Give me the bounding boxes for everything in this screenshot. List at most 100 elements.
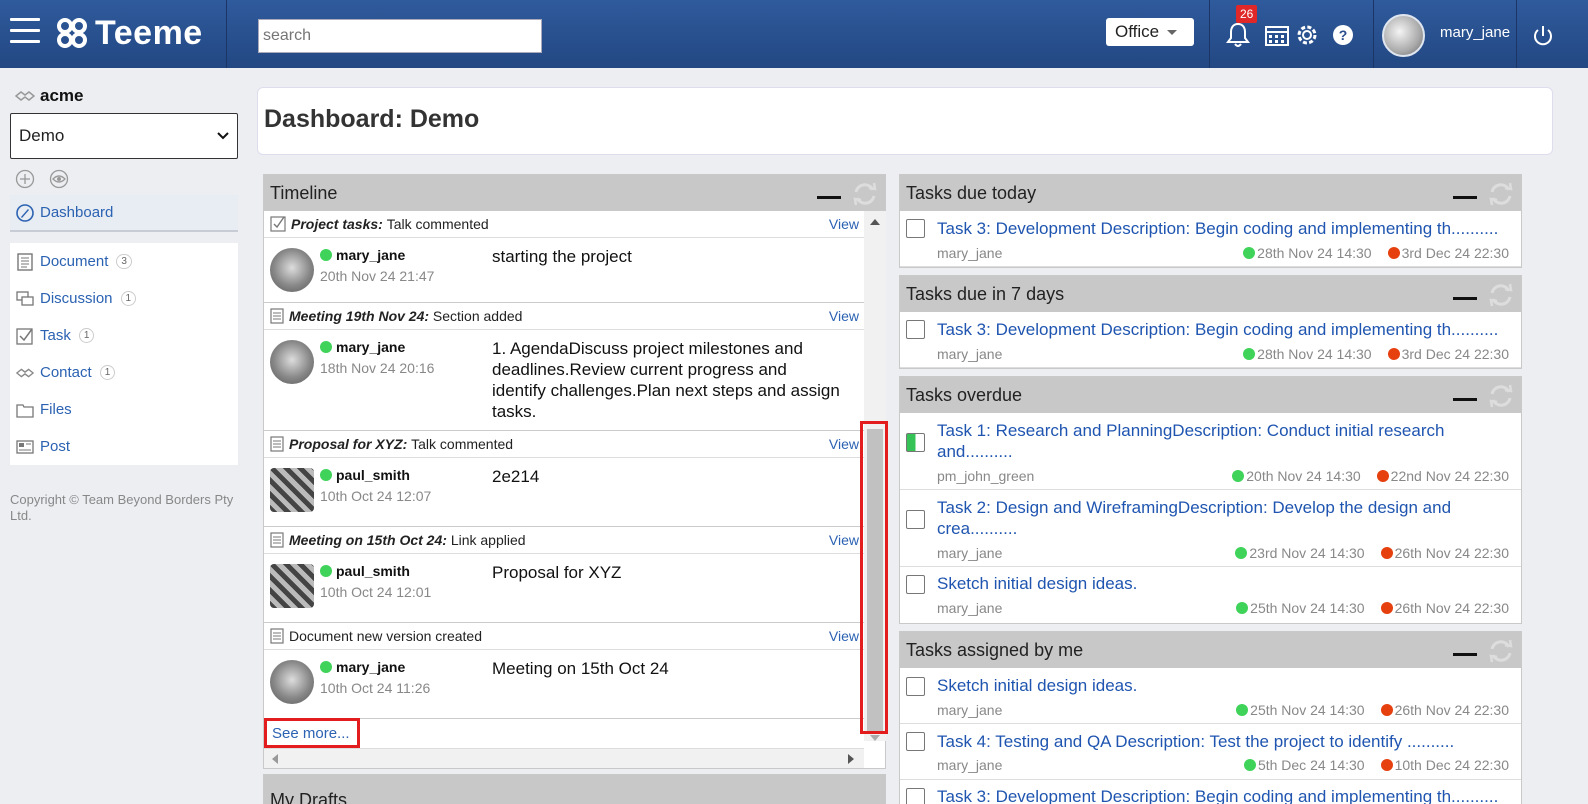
task-checkbox[interactable] (906, 732, 925, 751)
timeline-item: Document new version created View mary_j… (264, 623, 864, 719)
task-title-link[interactable]: Task 1: Research and PlanningDescription… (937, 420, 1512, 462)
task-dates: 23rd Nov 24 14:30 26th Nov 24 22:30 (1219, 545, 1509, 561)
see-more-link[interactable]: See more... (264, 718, 360, 748)
panel-title: Tasks assigned by me (906, 639, 1084, 660)
sidebar-item-dashboard[interactable]: Dashboard (10, 195, 238, 232)
task-row: Sketch initial design ideas. mary_jane 2… (900, 567, 1521, 623)
refresh-icon[interactable] (1487, 382, 1515, 410)
sidebar-item-label: Dashboard (40, 204, 114, 221)
online-status-dot (320, 341, 332, 353)
sidebar-item-contact[interactable]: Contact 1 (10, 354, 238, 391)
minimize-icon[interactable] (1453, 196, 1477, 199)
task-title-link[interactable]: Task 3: Development Description: Begin c… (937, 218, 1512, 239)
tasks-assigned-by-me-panel: Tasks assigned by me Sketch initial desi… (899, 631, 1522, 804)
task-title-link[interactable]: Sketch initial design ideas. (937, 573, 1512, 594)
sidebar-item-task[interactable]: Task 1 (10, 317, 238, 354)
view-link[interactable]: View (829, 532, 859, 548)
sidebar-item-label: Document (40, 253, 109, 270)
task-row: Task 4: Testing and QA Description: Test… (900, 724, 1521, 780)
view-link[interactable]: View (829, 308, 859, 324)
timeline-item: Meeting on 15th Oct 24: Link applied Vie… (264, 527, 864, 623)
due-date-dot (1380, 759, 1393, 771)
start-date-dot (1243, 247, 1256, 259)
refresh-icon[interactable] (1487, 180, 1515, 208)
task-title-link[interactable]: Task 3: Development Description: Begin c… (937, 786, 1512, 804)
user-avatar[interactable] (1382, 14, 1425, 57)
horizontal-scrollbar[interactable] (264, 748, 864, 768)
sidebar-item-label: Files (40, 401, 72, 418)
task-checkbox[interactable] (906, 219, 925, 238)
scroll-right-arrow-icon[interactable] (848, 754, 854, 764)
scroll-up-arrow-icon[interactable] (870, 219, 880, 225)
task-title-link[interactable]: Task 3: Development Description: Begin c… (937, 319, 1512, 340)
refresh-icon[interactable] (1487, 637, 1515, 665)
timeline-item: Proposal for XYZ: Talk commented View pa… (264, 431, 864, 527)
panel-header: Tasks assigned by me (900, 632, 1521, 668)
task-progress-checkbox[interactable] (906, 433, 925, 452)
task-title-link[interactable]: Task 2: Design and WireframingDescriptio… (937, 497, 1512, 539)
refresh-icon[interactable] (1487, 281, 1515, 309)
timeline-user: mary_jane (320, 339, 405, 355)
chevron-down-icon (217, 132, 229, 140)
view-link[interactable]: View (829, 216, 859, 232)
page-title: Dashboard: Demo (264, 105, 480, 133)
dashboard-icon (16, 203, 34, 222)
task-checkbox[interactable] (906, 320, 925, 339)
task-due-date: 26th Nov 24 22:30 (1394, 600, 1509, 616)
eye-icon[interactable] (49, 169, 69, 189)
timeline-list: Project tasks: Talk commented View mary_… (264, 211, 864, 719)
due-date-dot (1387, 247, 1400, 259)
minimize-icon[interactable] (1453, 297, 1477, 300)
refresh-icon[interactable] (851, 180, 879, 208)
timeline-context: Meeting 19th Nov 24: (289, 308, 430, 324)
task-row: Task 3: Development Description: Begin c… (900, 780, 1521, 804)
task-assignee: mary_jane (937, 600, 1003, 616)
dashboard-select[interactable]: Demo (10, 113, 238, 159)
start-date-dot (1236, 704, 1249, 716)
divider (226, 0, 227, 68)
app-logo[interactable]: Teeme (55, 12, 203, 54)
task-start-date: 20th Nov 24 14:30 (1246, 468, 1361, 484)
view-link[interactable]: View (829, 628, 859, 644)
due-date-dot (1387, 348, 1400, 360)
task-dates: 5th Dec 24 14:30 10th Dec 24 22:30 (1228, 757, 1509, 773)
task-checkbox[interactable] (906, 677, 925, 696)
add-circle-icon[interactable] (15, 169, 35, 189)
help-icon[interactable]: ? (1332, 24, 1354, 46)
scroll-left-arrow-icon[interactable] (272, 754, 278, 764)
task-assignee: mary_jane (937, 346, 1003, 362)
timeline-user: paul_smith (320, 467, 410, 483)
org-label: acme (40, 86, 84, 105)
task-title-link[interactable]: Sketch initial design ideas. (937, 675, 1512, 696)
workspace-select[interactable]: Office (1106, 18, 1194, 46)
tasks-overdue-panel: Tasks overdue Task 1: Research and Plann… (899, 376, 1522, 624)
minimize-icon[interactable] (1453, 398, 1477, 401)
minimize-icon[interactable] (1453, 653, 1477, 656)
timeline-username: mary_jane (336, 339, 406, 355)
scroll-down-arrow-icon[interactable] (870, 735, 880, 741)
power-icon[interactable] (1532, 25, 1554, 47)
search-input[interactable] (258, 19, 542, 53)
timeline-text: starting the project (492, 247, 632, 266)
task-checkbox[interactable] (906, 510, 925, 529)
task-checkbox[interactable] (906, 788, 925, 804)
sidebar-item-post[interactable]: Post (10, 428, 238, 465)
task-checkbox[interactable] (906, 575, 925, 594)
view-link[interactable]: View (829, 436, 859, 452)
sidebar-item-label: Discussion (40, 290, 113, 307)
sidebar-item-discussion[interactable]: Discussion 1 (10, 280, 238, 317)
sidebar-item-files[interactable]: Files (10, 391, 238, 428)
task-title-link[interactable]: Task 4: Testing and QA Description: Test… (937, 731, 1512, 752)
gear-icon[interactable] (1294, 22, 1320, 48)
tasks-due-today-panel: Tasks due today Task 3: Development Desc… (899, 174, 1522, 268)
task-row: Task 1: Research and PlanningDescription… (900, 413, 1521, 490)
sidebar-item-document[interactable]: Document 3 (10, 243, 238, 280)
bell-icon[interactable] (1226, 22, 1250, 48)
calendar-icon[interactable] (1265, 24, 1289, 46)
menu-icon[interactable] (10, 18, 40, 46)
minimize-icon[interactable] (817, 196, 841, 199)
start-date-dot (1243, 759, 1256, 771)
scrollbar-highlight-box (860, 421, 888, 734)
current-username[interactable]: mary_jane (1440, 24, 1510, 41)
timeline-action: Talk commented (386, 216, 489, 232)
